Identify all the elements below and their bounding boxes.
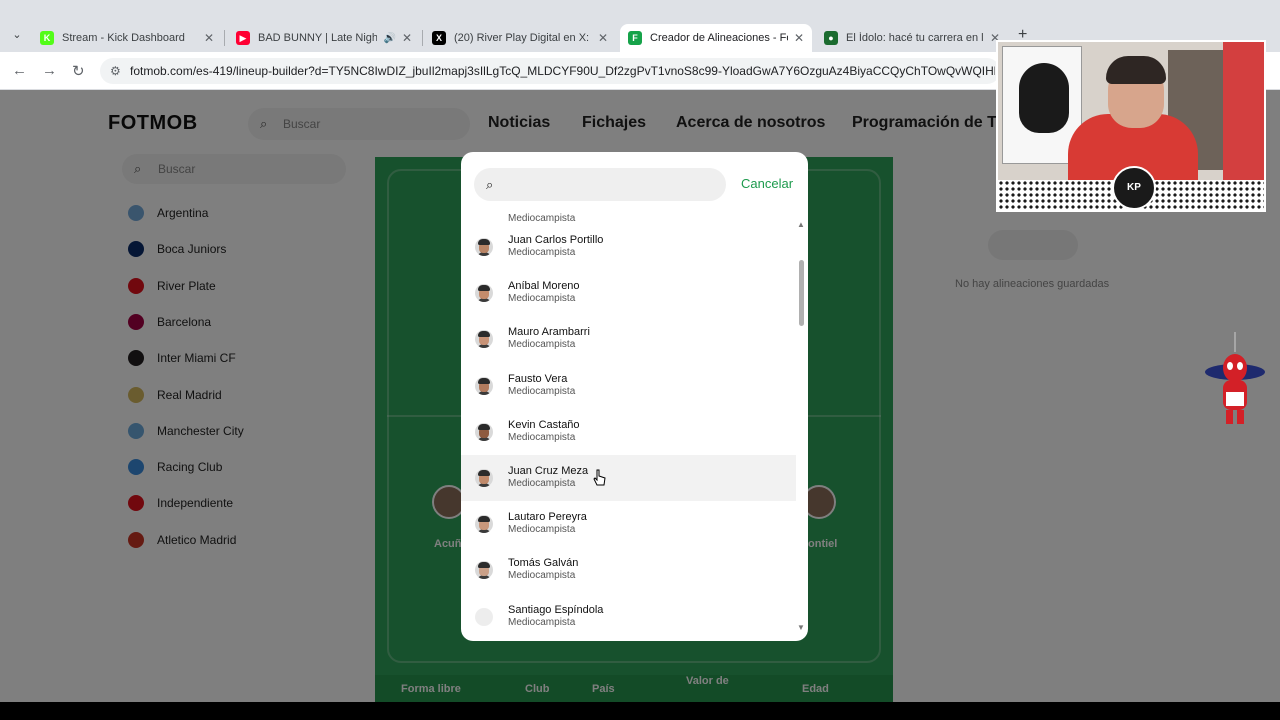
url-text: fotmob.com/es-419/lineup-builder?d=TY5NC… xyxy=(130,64,995,78)
avatar-hair xyxy=(478,423,490,430)
player-role: Mediocampista xyxy=(508,339,576,351)
scroll-down-arrow-icon[interactable]: ▼ xyxy=(797,623,805,632)
avatar-hair xyxy=(478,331,490,338)
browser-tab[interactable]: K Stream - Kick Dashboard ✕ xyxy=(32,24,222,52)
tab-title: BAD BUNNY | Late Night D xyxy=(258,32,378,44)
player-name: Mauro Arambarri xyxy=(508,326,590,339)
tab-close-icon[interactable]: ✕ xyxy=(794,31,804,45)
tab-favicon-icon: ▶ xyxy=(236,31,250,45)
player-name: Kevin Castaño xyxy=(508,418,580,431)
tab-audio-icon[interactable]: 🔊 xyxy=(383,33,395,44)
player-name: Aníbal Moreno xyxy=(508,280,580,293)
browser-tab[interactable]: F Creador de Alineaciones - Form ✕ xyxy=(620,24,812,52)
site-info-icon[interactable]: ⚙ xyxy=(110,64,121,78)
back-arrow-icon[interactable]: ← xyxy=(12,62,27,79)
spiderman-mascot-icon xyxy=(1204,332,1266,428)
browser-tab[interactable]: ▶ BAD BUNNY | Late Night D 🔊 ✕ xyxy=(228,24,420,52)
player-name: Juan Carlos Portillo xyxy=(508,234,604,246)
tab-title: (20) River Play Digital en X: "Lo xyxy=(454,32,592,44)
avatar-hair xyxy=(478,239,490,245)
scrollbar-thumb[interactable] xyxy=(799,260,804,326)
player-avatar xyxy=(475,376,493,395)
tab-search-chevron-icon[interactable]: ⌄ xyxy=(6,24,28,46)
list-item[interactable]: Mauro Arambarri Mediocampista xyxy=(461,316,796,362)
player-search-box[interactable]: ⌕ xyxy=(474,168,726,201)
tab-separator xyxy=(224,30,225,46)
list-item[interactable]: Aníbal Moreno Mediocampista xyxy=(461,270,796,316)
avatar-hair xyxy=(478,377,490,384)
list-item[interactable]: Santiago Espíndola Mediocampista xyxy=(461,594,796,640)
player-role: Mediocampista xyxy=(508,570,576,582)
player-picker-modal: ⌕ Cancelar Mediocampista Juan Carlos Por… xyxy=(461,152,808,641)
forward-arrow-icon[interactable]: → xyxy=(42,62,57,79)
player-role: Mediocampista xyxy=(508,213,576,224)
list-item[interactable]: Lautaro Pereyra Mediocampista xyxy=(461,501,796,547)
player-avatar xyxy=(475,330,493,349)
player-avatar xyxy=(475,515,493,534)
player-search-input[interactable] xyxy=(508,174,718,196)
bottom-black-bar xyxy=(0,702,1280,720)
address-bar[interactable]: ⚙ fotmob.com/es-419/lineup-builder?d=TY5… xyxy=(100,58,1000,84)
list-item[interactable]: Fausto Vera Mediocampista xyxy=(461,363,796,409)
tab-favicon-icon: ● xyxy=(824,31,838,45)
scroll-up-arrow-icon[interactable]: ▲ xyxy=(797,220,805,229)
tab-favicon-icon: X xyxy=(432,31,446,45)
tab-title: Creador de Alineaciones - Form xyxy=(650,32,788,44)
tab-close-icon[interactable]: ✕ xyxy=(402,31,412,45)
player-role: Mediocampista xyxy=(508,293,576,305)
player-avatar xyxy=(475,607,493,626)
cancel-button[interactable]: Cancelar xyxy=(741,176,793,191)
player-name: Santiago Espíndola xyxy=(508,603,604,616)
player-list: Mediocampista Juan Carlos Portillo Medioc… xyxy=(461,208,796,641)
spiderman-mask-icon xyxy=(1019,63,1069,133)
search-icon: ⌕ xyxy=(486,177,494,192)
player-avatar xyxy=(475,284,493,303)
player-avatar xyxy=(475,238,493,256)
player-name: Juan Cruz Meza xyxy=(508,465,589,477)
webcam-red-decor xyxy=(1223,42,1264,182)
player-name: Tomás Galván xyxy=(508,557,579,570)
streamer-logo-badge: KP xyxy=(1112,166,1156,210)
player-role: Mediocampista xyxy=(508,478,576,489)
player-name: Lautaro Pereyra xyxy=(508,511,587,524)
tab-close-icon[interactable]: ✕ xyxy=(204,31,214,45)
player-role: Mediocampista xyxy=(508,616,576,628)
tab-title: El Ídolo: hacé tu carrera en la Li xyxy=(846,32,984,44)
scrollbar[interactable] xyxy=(797,232,805,622)
browser-tab[interactable]: X (20) River Play Digital en X: "Lo ✕ xyxy=(424,24,616,52)
player-avatar xyxy=(475,561,493,580)
player-role: Mediocampista xyxy=(508,247,576,258)
avatar-hair xyxy=(478,562,490,569)
player-role: Mediocampista xyxy=(508,385,576,397)
tab-favicon-icon: K xyxy=(40,31,54,45)
reload-icon[interactable]: ↻ xyxy=(72,62,85,80)
list-item[interactable]: Juan Carlos Portillo Mediocampista xyxy=(461,224,796,270)
player-role: Mediocampista xyxy=(508,431,576,443)
tab-close-icon[interactable]: ✕ xyxy=(598,31,608,45)
player-role: Mediocampista xyxy=(508,524,576,536)
player-avatar xyxy=(475,469,493,487)
tab-favicon-icon: F xyxy=(628,31,642,45)
list-item[interactable]: Juan Cruz Meza Mediocampista xyxy=(461,455,796,501)
player-name: Fausto Vera xyxy=(508,372,568,385)
streamer-hair xyxy=(1106,56,1166,84)
webcam-overlay: KP xyxy=(996,40,1266,212)
browser-tab[interactable]: ●El Ídolo: hacé tu carrera en la Li✕ xyxy=(816,24,1008,52)
avatar-hair xyxy=(478,285,490,292)
tab-title: Stream - Kick Dashboard xyxy=(62,32,185,44)
list-item[interactable]: Tomás Galván Mediocampista xyxy=(461,547,796,593)
player-avatar xyxy=(475,422,493,441)
avatar-hair xyxy=(478,470,490,476)
list-item[interactable]: Kevin Castaño Mediocampista xyxy=(461,409,796,455)
screen: ⌄ K Stream - Kick Dashboard ✕ ▶ BAD BUNNY | … xyxy=(0,0,1280,720)
avatar-hair xyxy=(478,516,490,523)
tab-separator xyxy=(422,30,423,46)
